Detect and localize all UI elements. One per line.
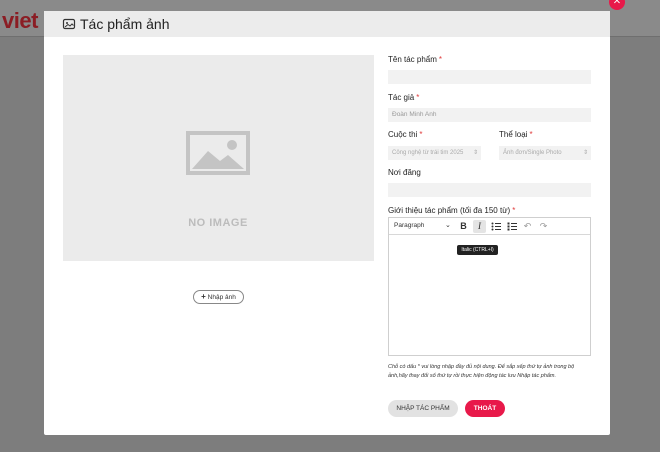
italic-button[interactable]: I — [473, 220, 486, 233]
photo-work-modal: Tác phẩm ảnh NO IMAGE + Nhập ảnh Tên tác… — [44, 11, 610, 435]
author-label: Tác giả * — [388, 93, 420, 102]
no-image-placeholder-icon — [186, 131, 250, 175]
contest-select[interactable]: Công nghệ từ trái tim 2025 ⇕ — [388, 146, 481, 160]
description-label: Giới thiệu tác phẩm (tối đa 150 từ) * — [388, 206, 516, 215]
image-preview: NO IMAGE — [63, 55, 374, 261]
work-name-input[interactable] — [388, 70, 591, 84]
category-select[interactable]: Ảnh đơn/Single Photo ⇕ — [499, 146, 591, 160]
select-arrows-icon: ⇕ — [582, 150, 588, 156]
submit-work-button[interactable]: NHẬP TÁC PHẨM — [388, 400, 458, 417]
category-label: Thể loại * — [499, 130, 533, 139]
redo-icon[interactable]: ↷ — [537, 220, 550, 233]
plus-icon: + — [201, 292, 206, 301]
bulleted-list-button[interactable] — [489, 220, 502, 233]
italic-tooltip: Italic (CTRL+I) — [457, 245, 498, 255]
modal-title: Tác phẩm ảnh — [80, 16, 170, 32]
bulleted-list-icon — [491, 222, 501, 231]
description-editor[interactable]: Paragraph ⌄ B I ↶ ↷ — [388, 217, 591, 356]
undo-icon[interactable]: ↶ — [521, 220, 534, 233]
no-image-text: NO IMAGE — [188, 217, 248, 229]
upload-image-label: Nhập ảnh — [207, 294, 236, 301]
required-note: Chỗ có dấu * vui lòng nhập đầy đủ nội du… — [388, 364, 575, 379]
chevron-down-icon[interactable]: ⌄ — [445, 221, 451, 229]
editor-toolbar: Paragraph ⌄ B I ↶ ↷ — [389, 218, 590, 235]
modal-header: Tác phẩm ảnh — [44, 11, 610, 37]
location-input[interactable] — [388, 183, 591, 197]
contest-label: Cuộc thi * — [388, 130, 423, 139]
image-icon — [62, 18, 76, 30]
location-label: Nơi đăng — [388, 168, 421, 177]
paragraph-select[interactable]: Paragraph — [394, 222, 424, 229]
site-logo: viet — [2, 8, 38, 33]
exit-button[interactable]: THOÁT — [465, 400, 505, 417]
author-input[interactable]: Đoàn Minh Anh — [388, 108, 591, 122]
upload-image-button[interactable]: + Nhập ảnh — [193, 290, 244, 304]
numbered-list-icon — [507, 222, 517, 231]
select-arrows-icon: ⇕ — [472, 150, 478, 156]
numbered-list-button[interactable] — [505, 220, 518, 233]
work-name-label: Tên tác phẩm * — [388, 55, 443, 64]
bold-button[interactable]: B — [457, 220, 470, 233]
